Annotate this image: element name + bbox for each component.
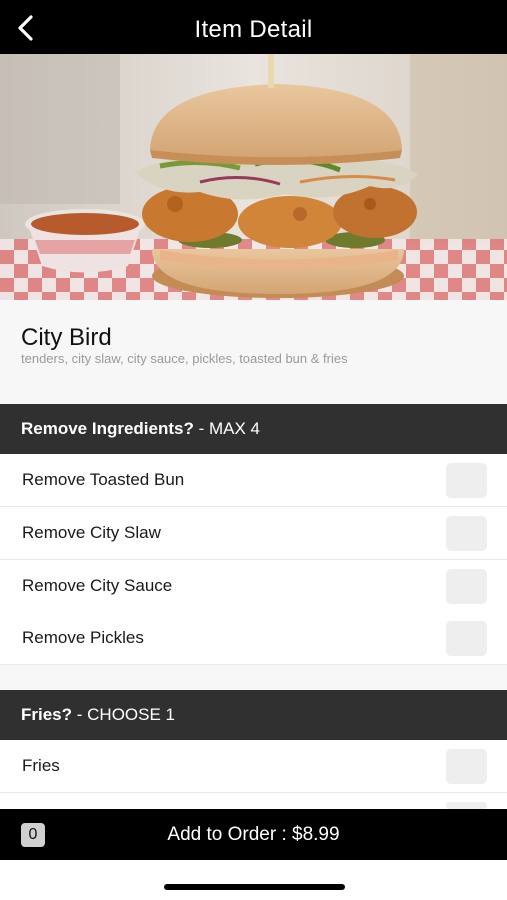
page-title: Item Detail [194,16,313,43]
option-checkbox[interactable] [446,749,487,784]
section-header-fries: Fries? - CHOOSE 1 [0,690,507,740]
item-info: City Bird tenders, city slaw, city sauce… [0,300,507,378]
option-remove-city-sauce[interactable]: Remove City Sauce [0,560,507,613]
option-label: Remove Toasted Bun [22,470,185,489]
option-remove-toasted-bun[interactable]: Remove Toasted Bun [0,454,507,507]
home-indicator [164,884,345,890]
option-fries[interactable]: Fries [0,740,507,793]
item-description: tenders, city slaw, city sauce, pickles,… [21,351,348,366]
section-title: Fries? [21,705,73,724]
section-title: Remove Ingredients? [21,419,194,438]
option-checkbox[interactable] [446,621,487,656]
nav-header: Item Detail [0,0,507,54]
option-label: Fries [22,756,60,775]
section-header-remove-ingredients: Remove Ingredients? - MAX 4 [0,404,507,454]
item-name: City Bird [21,324,112,351]
option-remove-city-slaw[interactable]: Remove City Slaw [0,507,507,560]
option-checkbox [446,802,487,809]
option-row-partial [0,793,507,809]
section-rule: - CHOOSE 1 [72,705,175,724]
spacer [0,665,507,690]
option-remove-pickles[interactable]: Remove Pickles [0,612,507,665]
option-checkbox[interactable] [446,516,487,551]
spacer [0,378,507,404]
option-label: Remove City Sauce [22,576,173,595]
add-to-order-button[interactable]: Add to Order : $8.99 [0,824,507,846]
option-checkbox[interactable] [446,569,487,604]
item-photo [0,54,507,300]
option-label: Remove City Slaw [22,523,161,542]
option-label: Remove Pickles [22,628,144,647]
option-checkbox[interactable] [446,463,487,498]
add-to-order-bar[interactable]: 0 Add to Order : $8.99 [0,809,507,860]
section-rule: - MAX 4 [193,419,260,438]
